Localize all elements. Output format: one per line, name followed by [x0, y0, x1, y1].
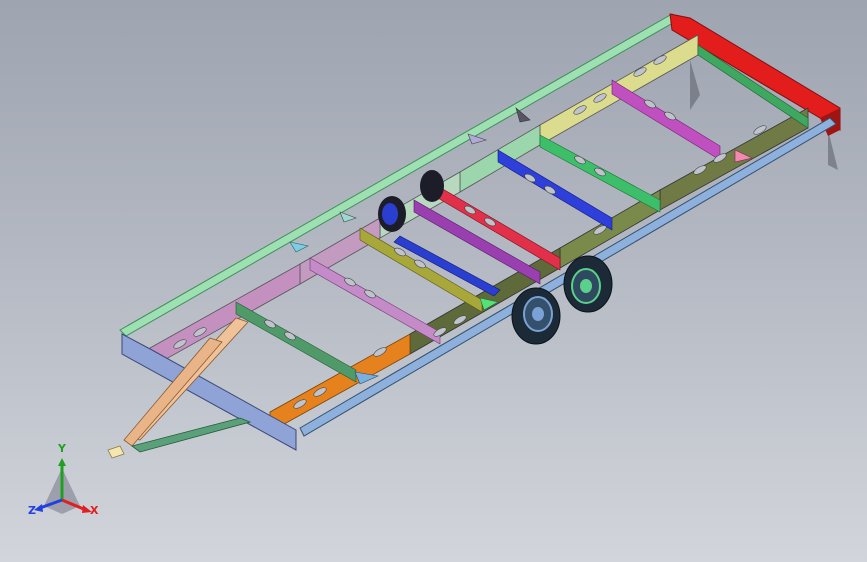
triad-y-label: Y	[58, 442, 66, 455]
front-beam[interactable]	[669, 13, 841, 131]
trailer-chassis-model[interactable]	[0, 0, 867, 562]
shadow	[828, 130, 838, 170]
graphics-viewport[interactable]: Y X Z	[0, 0, 867, 562]
triad-x-label: X	[90, 504, 99, 517]
coordinate-triad: Y X Z	[28, 442, 108, 528]
shadow	[690, 60, 700, 110]
cross-member-magenta[interactable]	[611, 79, 721, 161]
hitch-coupler[interactable]	[107, 445, 125, 459]
triad-z-label: Z	[28, 504, 36, 517]
cross-member-teal[interactable]	[235, 301, 357, 383]
